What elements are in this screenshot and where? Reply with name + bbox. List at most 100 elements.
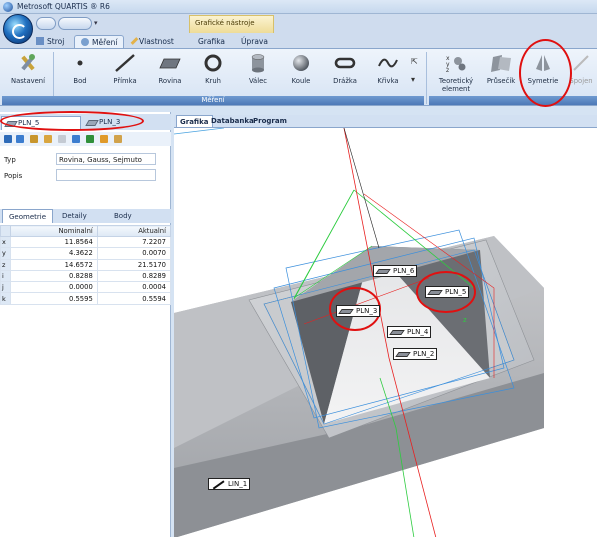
theoretical-element-button[interactable]: x y z Teoretický element [431, 52, 481, 93]
table-row[interactable]: z 14.6572 21.5170 [0, 258, 172, 271]
ribbon-gallery-arrow[interactable]: ⇱ ▾ [411, 57, 423, 97]
feature-label-pln5[interactable]: PLN_5 [425, 286, 470, 298]
slot-icon [334, 57, 356, 69]
plane-icon [389, 330, 405, 335]
nominal-cell[interactable]: 4.3622 [9, 247, 98, 260]
tab-vlastnost[interactable]: Vlastnost [127, 35, 180, 48]
line-icon [212, 480, 225, 490]
settings-button[interactable]: Nastavení [6, 52, 50, 85]
plane-icon [159, 58, 181, 69]
quick-access-dropdown-icon[interactable]: ▾ [94, 19, 98, 27]
part-3d-model[interactable] [174, 128, 597, 537]
tab-program[interactable]: Program [250, 115, 290, 127]
ribbon-separator [426, 52, 427, 104]
actual-cell[interactable]: 7.2207 [96, 235, 172, 249]
machine-icon [36, 37, 44, 45]
row-label: i [0, 269, 11, 283]
cylinder-icon [251, 54, 265, 73]
table-row[interactable]: k 0.5595 0.5594 [0, 292, 172, 305]
plane-outline [174, 128, 225, 135]
feature-label-pln2[interactable]: PLN_2 [393, 348, 438, 360]
actual-cell[interactable]: 0.0070 [96, 247, 172, 260]
actual-cell[interactable]: 0.0004 [96, 281, 172, 294]
actual-cell[interactable]: 21.5170 [96, 258, 172, 271]
tab-detaily[interactable]: Detaily [56, 209, 93, 223]
ribbon-group-label: Měření [2, 96, 424, 105]
axis-label-z: z [463, 316, 467, 324]
cylinder-button[interactable]: Válec [236, 52, 280, 85]
plane-icon [395, 352, 411, 357]
quick-access-save-button[interactable] [36, 17, 56, 30]
up-arrow-icon[interactable] [16, 135, 24, 143]
row-label: j [0, 281, 11, 294]
folder-icon[interactable] [30, 135, 38, 143]
table-row[interactable]: y 4.3622 0.0070 [0, 247, 172, 260]
application-menu-button[interactable] [3, 14, 33, 44]
intersection-icon [491, 55, 511, 72]
refresh-icon[interactable] [72, 135, 80, 143]
row-label: y [0, 247, 11, 260]
window-title: Metrosoft QUARTIS ® R6 [17, 2, 110, 11]
column-header-actual[interactable]: Aktualní [96, 225, 172, 237]
apply-icon[interactable] [86, 135, 94, 143]
table-row[interactable]: x 11.8564 7.2207 [0, 235, 172, 249]
lock-icon[interactable] [100, 135, 108, 143]
plane-icon [375, 269, 391, 274]
feature-label-pln4[interactable]: PLN_4 [387, 326, 432, 338]
curve-icon [378, 58, 398, 68]
copy-icon[interactable] [58, 135, 66, 143]
nominal-cell[interactable]: 11.8564 [9, 235, 98, 249]
tab-geometrie[interactable]: Geometrie [2, 209, 54, 223]
down-arrow-icon[interactable] [4, 135, 12, 143]
description-label: Popis [4, 172, 23, 180]
edit-icon[interactable] [114, 135, 122, 143]
intersection-button[interactable]: Průsečík [479, 52, 523, 85]
nominal-cell[interactable]: 14.6572 [9, 258, 98, 271]
row-label: k [0, 292, 11, 305]
nominal-cell[interactable]: 0.8288 [9, 269, 98, 283]
contextual-tab-header: Grafické nástroje [189, 15, 274, 33]
tab-body[interactable]: Body [108, 209, 138, 223]
sphere-button[interactable]: Koule [279, 52, 323, 85]
column-header-nominal[interactable]: Nominalní [9, 225, 98, 237]
plane-button[interactable]: Rovina [148, 52, 192, 85]
open-icon[interactable] [44, 135, 52, 143]
circle-button[interactable]: Kruh [191, 52, 235, 85]
row-label: x [0, 235, 11, 249]
sphere-icon [293, 55, 309, 71]
line-button[interactable]: Přímka [103, 52, 147, 85]
actual-cell[interactable]: 0.5594 [96, 292, 172, 305]
tab-uprava[interactable]: Úprava [235, 35, 274, 48]
nominal-cell[interactable]: 0.0000 [9, 281, 98, 294]
xyz-icon: x y z [446, 55, 466, 74]
pencil-icon [130, 37, 139, 45]
nominal-cell[interactable]: 0.5595 [9, 292, 98, 305]
connect-icon [573, 55, 589, 71]
table-header-row: Nominalní Aktualní [0, 225, 172, 237]
table-row[interactable]: j 0.0000 0.0004 [0, 281, 172, 294]
actual-cell[interactable]: 0.8289 [96, 269, 172, 283]
point-button[interactable]: Bod [58, 52, 102, 85]
feature-label-pln6[interactable]: PLN_6 [373, 265, 418, 277]
ribbon-group-label-2 [429, 96, 597, 105]
table-corner [0, 225, 11, 237]
tab-mereni[interactable]: Měření [74, 35, 125, 48]
measure-icon [81, 38, 89, 46]
circle-icon [204, 54, 222, 72]
tab-stroj[interactable]: Stroj [30, 35, 70, 48]
type-field[interactable]: Rovina, Gauss, Sejmuto [56, 153, 156, 165]
feature-label-pln3[interactable]: PLN_3 [336, 305, 381, 317]
quick-access-undo-redo-button[interactable] [58, 17, 92, 30]
row-label: z [0, 258, 11, 271]
description-field[interactable] [56, 169, 156, 181]
slot-button[interactable]: Drážka [323, 52, 367, 85]
point-icon [77, 60, 83, 66]
tab-grafika[interactable]: Grafika [192, 35, 231, 48]
geometry-table: Nominalní Aktualní x 11.8564 7.2207 y 4.… [0, 225, 172, 305]
curve-button[interactable]: Křivka [366, 52, 410, 85]
graphics-viewport[interactable]: PLN_6 PLN_5 PLN_3 PLN_4 PLN_2 LIN_1 z [174, 127, 597, 537]
table-row[interactable]: i 0.8288 0.8289 [0, 269, 172, 283]
type-label: Typ [4, 156, 16, 164]
highlight-oval-tabs [0, 111, 144, 131]
feature-label-lin1[interactable]: LIN_1 [208, 478, 251, 490]
